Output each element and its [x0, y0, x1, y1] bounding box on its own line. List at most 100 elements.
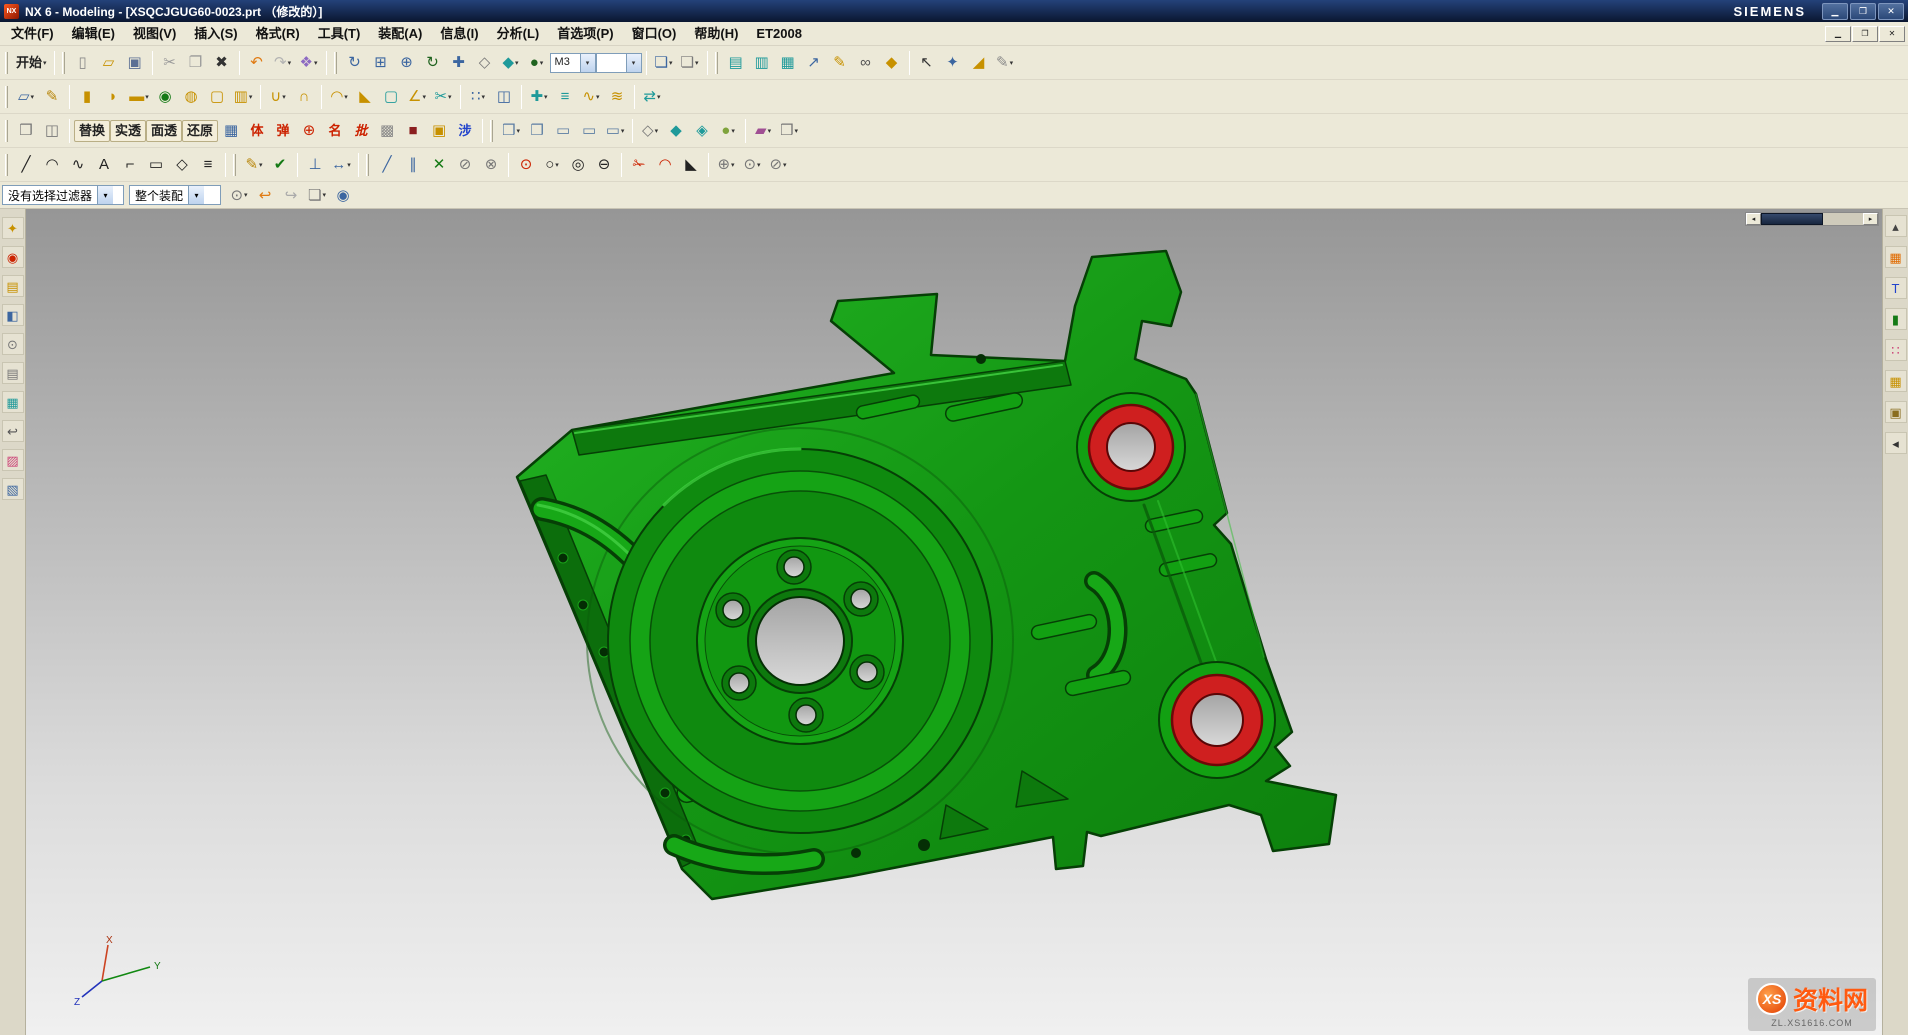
- clip-section-button[interactable]: ■: [400, 118, 426, 144]
- left-layers-button[interactable]: ▦: [2, 391, 24, 413]
- fillet-sketch-button[interactable]: ◠: [652, 152, 678, 178]
- sweep-button[interactable]: ∿▾: [578, 84, 604, 110]
- dropdown-arrow-icon[interactable]: ▾: [621, 127, 625, 135]
- toolbar-grip[interactable]: [5, 86, 8, 108]
- resource-template-icon[interactable]: T: [1885, 277, 1907, 299]
- copy-button[interactable]: ❐: [183, 50, 209, 76]
- render-style-button[interactable]: ●▾: [524, 50, 550, 76]
- menu-format[interactable]: 格式(R): [247, 23, 309, 45]
- selection-scope-combo[interactable]: 整个装配 ▾: [129, 185, 221, 205]
- mirror-feature-button[interactable]: ◫: [491, 84, 517, 110]
- snapshot-button[interactable]: ◫: [39, 118, 65, 144]
- menu-file[interactable]: 文件(F): [2, 23, 63, 45]
- chamfer-sketch-button[interactable]: ◣: [678, 152, 704, 178]
- menu-help[interactable]: 帮助(H): [685, 23, 747, 45]
- toolbar-grip[interactable]: [334, 52, 337, 74]
- line-2pt-button[interactable]: ╱: [374, 152, 400, 178]
- revolve-button[interactable]: ◗: [100, 84, 126, 110]
- view-right-button[interactable]: ▭▾: [602, 118, 628, 144]
- save-button[interactable]: ▣: [122, 50, 148, 76]
- dropdown-arrow-icon[interactable]: ▾: [288, 59, 292, 67]
- dropdown-arrow-icon[interactable]: ▾: [580, 54, 595, 72]
- dimension-button[interactable]: ↔▾: [328, 152, 354, 178]
- pan-view-button[interactable]: ✚: [446, 50, 472, 76]
- scene-settings-button[interactable]: ❒▾: [776, 118, 802, 144]
- left-dock-expand-button[interactable]: ✦: [2, 217, 24, 239]
- gold-part-button[interactable]: ▣: [426, 118, 452, 144]
- intersect-curve-button[interactable]: ⊘: [452, 152, 478, 178]
- minimize-button[interactable]: ▁: [1822, 3, 1848, 20]
- arc-center-button[interactable]: ⊙▾: [739, 152, 765, 178]
- scrollbar-track[interactable]: [1823, 213, 1863, 225]
- dropdown-arrow-icon[interactable]: ▾: [482, 93, 486, 101]
- menu-window[interactable]: 窗口(O): [623, 23, 686, 45]
- dropdown-arrow-icon[interactable]: ▾: [43, 59, 47, 67]
- graphics-window[interactable]: ◂ ▸ X Y Z XS 资料网 ZL.XS1616.COM: [26, 209, 1882, 1035]
- zoom-button[interactable]: ⊕: [394, 50, 420, 76]
- offset-face-button[interactable]: ≡: [552, 84, 578, 110]
- perspective-button[interactable]: ◇: [472, 50, 498, 76]
- mdi-minimize-button[interactable]: ▁: [1825, 26, 1851, 42]
- red-hole-upper[interactable]: [1077, 393, 1185, 501]
- through-curves-button[interactable]: ≋: [604, 84, 630, 110]
- central-boss[interactable]: [608, 449, 992, 833]
- circle-button[interactable]: ○▾: [539, 152, 565, 178]
- chevron-down-icon[interactable]: ▾: [188, 186, 204, 204]
- chamfer-button[interactable]: ◣: [352, 84, 378, 110]
- menu-information[interactable]: 信息(I): [431, 23, 487, 45]
- wireframe-style-button[interactable]: ◇▾: [637, 118, 663, 144]
- unite-button[interactable]: ∪▾: [265, 84, 291, 110]
- repeat-command-button[interactable]: ❖▾: [296, 50, 322, 76]
- resource-history-icon[interactable]: ▣: [1885, 401, 1907, 423]
- true-shading-button[interactable]: 实透: [110, 120, 146, 142]
- maximize-button[interactable]: ❐: [1850, 3, 1876, 20]
- dropdown-arrow-icon[interactable]: ▾: [282, 93, 286, 101]
- visibility-button[interactable]: ∞: [853, 50, 879, 76]
- left-palette-button[interactable]: ▤: [2, 275, 24, 297]
- chevron-down-icon[interactable]: ▾: [97, 186, 113, 204]
- menu-et2008[interactable]: ET2008: [747, 23, 811, 45]
- dropdown-arrow-icon[interactable]: ▾: [347, 161, 351, 169]
- replace-view-button[interactable]: 替换: [74, 120, 110, 142]
- highlight-button[interactable]: ✦: [940, 50, 966, 76]
- measure-button[interactable]: ↗: [801, 50, 827, 76]
- dropdown-arrow-icon[interactable]: ▾: [783, 161, 787, 169]
- dropdown-arrow-icon[interactable]: ▾: [757, 161, 761, 169]
- toolbar-grip[interactable]: [5, 154, 8, 176]
- pattern-feature-button[interactable]: ∷▾: [465, 84, 491, 110]
- trim-body-button[interactable]: ✂▾: [430, 84, 456, 110]
- toolbar-grip[interactable]: [715, 52, 718, 74]
- dropdown-arrow-icon[interactable]: ▾: [795, 127, 799, 135]
- resource-library-icon[interactable]: ▮: [1885, 308, 1907, 330]
- dropdown-arrow-icon[interactable]: ▾: [322, 191, 326, 199]
- horizontal-scrollbar[interactable]: ◂ ▸: [1745, 212, 1879, 226]
- display-mode-button[interactable]: ❒: [13, 118, 39, 144]
- interference-button[interactable]: 涉: [452, 118, 478, 144]
- selection-back-button[interactable]: ↩: [252, 182, 278, 208]
- shell-button[interactable]: ▢: [378, 84, 404, 110]
- dropdown-arrow-icon[interactable]: ▾: [626, 54, 641, 72]
- toolbar-grip[interactable]: [490, 120, 493, 142]
- section-view-button[interactable]: ▦: [218, 118, 244, 144]
- body-display-button[interactable]: 体: [244, 118, 270, 144]
- toolbar-grip[interactable]: [62, 52, 65, 74]
- extrude-button[interactable]: ▮: [74, 84, 100, 110]
- dropdown-arrow-icon[interactable]: ▾: [448, 93, 452, 101]
- view-trimetric-button[interactable]: ❒▾: [498, 118, 524, 144]
- dropdown-arrow-icon[interactable]: ▾: [314, 59, 318, 67]
- undo-button[interactable]: ↶: [244, 50, 270, 76]
- scrollbar-thumb[interactable]: [1761, 213, 1823, 225]
- arc-button[interactable]: ◠: [39, 152, 65, 178]
- datum-plane-button[interactable]: ▱▾: [13, 84, 39, 110]
- redo-button[interactable]: ↷▾: [270, 50, 296, 76]
- view-style-combo[interactable]: ▾: [596, 53, 642, 73]
- dropdown-arrow-icon[interactable]: ▾: [768, 127, 772, 135]
- view-top-button[interactable]: ▭: [550, 118, 576, 144]
- fit-view-button[interactable]: ⊞: [368, 50, 394, 76]
- measure-angle-button[interactable]: ◢: [966, 50, 992, 76]
- select-cursor-button[interactable]: ↖: [914, 50, 940, 76]
- grid-display-button[interactable]: ▩: [374, 118, 400, 144]
- snap-point-button[interactable]: ⊙▾: [226, 182, 252, 208]
- toolbar-grip[interactable]: [5, 52, 8, 74]
- cut-button[interactable]: ✂: [157, 50, 183, 76]
